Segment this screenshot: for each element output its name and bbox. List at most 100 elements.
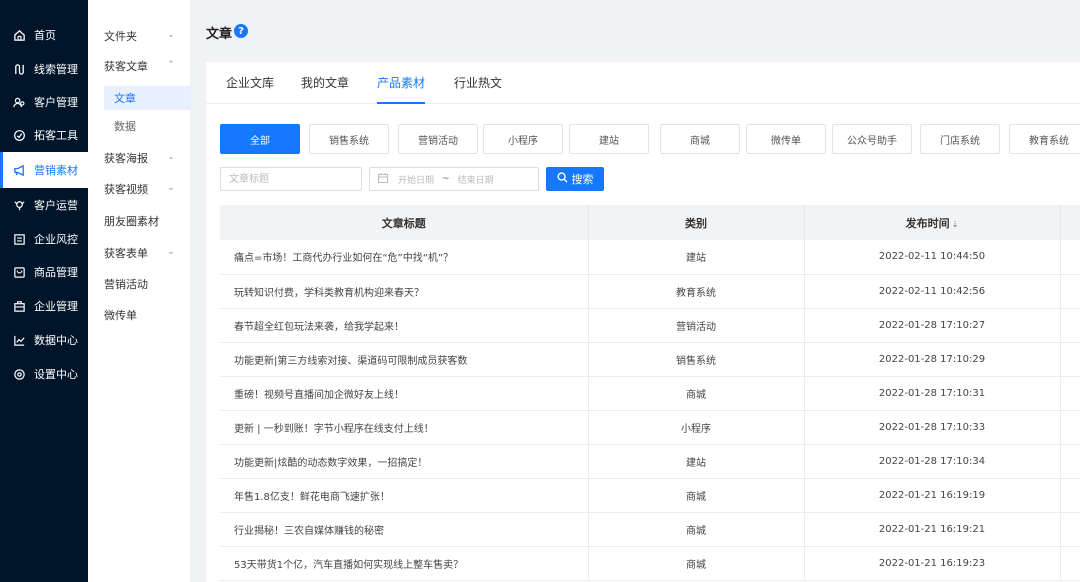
calendar-icon xyxy=(378,172,388,186)
home-icon xyxy=(12,28,26,42)
category-cell: 建站 xyxy=(588,240,805,275)
category-marketing[interactable]: 营销活动 xyxy=(398,124,478,154)
table-row[interactable]: 53天带货1个亿，汽车直播如何实现线上整车售卖？ 商城 2022-01-21 16:… xyxy=(220,546,1080,581)
category-official-account[interactable]: 公众号助手 xyxy=(832,124,912,154)
category-sales-system[interactable]: 销售系统 xyxy=(309,124,389,154)
nav-item-label: 线索管理 xyxy=(34,63,78,76)
column-header-category: 类别 xyxy=(588,205,805,240)
page-header: 文章 ? xyxy=(190,0,1080,62)
submenu: 文件夹 ⌄ 获客文章 ⌃ 文章 数据 获客海报 ⌄ 获客视频 ⌄ 朋友圈素材 获… xyxy=(88,0,191,582)
article-title-cell[interactable]: 年售1.8亿支！鲜花电商飞速扩张！ xyxy=(220,478,589,513)
category-cell: 营销活动 xyxy=(588,308,805,343)
submenu-posters[interactable]: 获客海报 ⌄ xyxy=(88,146,190,170)
table-row[interactable]: 痛点=市场！工商代办行业如何在“危”中找“机”？ 建站 2022-02-11 10:… xyxy=(220,240,1080,275)
table-header-row: 文章标题 类别 发布时间 ⇣ xyxy=(220,205,1080,240)
category-cell: 教育系统 xyxy=(588,274,805,309)
chevron-down-icon: ⌄ xyxy=(167,247,175,257)
category-store-system[interactable]: 门店系统 xyxy=(920,124,1000,154)
page-title: 文章 xyxy=(206,27,233,42)
publish-time-cell: 2022-01-28 17:10:31 xyxy=(804,376,1061,411)
article-title-cell[interactable]: 春节超全红包玩法来袭，给我学起来！ xyxy=(220,308,589,343)
table-row[interactable]: 更新 | 一秒到账！字节小程序在线支付上线！ 小程序 2022-01-28 17:1… xyxy=(220,410,1080,445)
article-title-cell[interactable]: 玩转知识付费，学科类教育机构迎来春天？ xyxy=(220,274,589,309)
publish-time-cell: 2022-01-28 17:10:27 xyxy=(804,308,1061,343)
article-title-cell[interactable]: 功能更新|第三方线索对接、渠道码可限制成员获客数 xyxy=(220,342,589,377)
publish-time-cell: 2022-01-21 16:19:23 xyxy=(804,546,1061,581)
nav-item-operations[interactable]: 客户运营 xyxy=(0,187,88,223)
table-row[interactable]: 年售1.8亿支！鲜花电商飞速扩张！ 商城 2022-01-21 16:19:19 xyxy=(220,478,1080,513)
category-flyer[interactable]: 微传单 xyxy=(746,124,826,154)
category-education[interactable]: 教育系统 xyxy=(1009,124,1080,154)
help-icon[interactable]: ? xyxy=(234,24,248,38)
chevron-up-icon: ⌃ xyxy=(167,60,175,70)
article-title-cell[interactable]: 行业揭秘！三农自媒体赚钱的秘密 xyxy=(220,512,589,547)
extra-cell xyxy=(1060,546,1080,581)
category-mall[interactable]: 商城 xyxy=(660,124,740,154)
table-row[interactable]: 玩转知识付费，学科类教育机构迎来春天？ 教育系统 2022-02-11 10:42:… xyxy=(220,274,1080,309)
tab-my-articles[interactable]: 我的文章 xyxy=(301,74,349,104)
submenu-articles[interactable]: 获客文章 ⌃ xyxy=(88,54,190,78)
start-date-input[interactable]: 开始日期 xyxy=(398,173,434,186)
table-row[interactable]: 功能更新|第三方线索对接、渠道码可限制成员获客数 销售系统 2022-01-28 1… xyxy=(220,342,1080,377)
nav-item-tools[interactable]: 拓客工具 xyxy=(0,117,88,153)
submenu-label: 微传单 xyxy=(104,309,137,322)
chevron-down-icon: ⌄ xyxy=(167,183,175,193)
nav-item-label: 营销素材 xyxy=(34,164,78,177)
submenu-videos[interactable]: 获客视频 ⌄ xyxy=(88,177,190,201)
article-title-input[interactable] xyxy=(220,167,362,191)
sort-icon[interactable]: ⇣ xyxy=(952,220,959,229)
submenu-campaigns[interactable]: 营销活动 xyxy=(88,272,190,296)
table-row[interactable]: 春节超全红包玩法来袭，给我学起来！ 营销活动 2022-01-28 17:10:27 xyxy=(220,308,1080,343)
tab-enterprise-library[interactable]: 企业文库 xyxy=(226,74,274,104)
article-title-cell[interactable]: 功能更新|炫酷的动态数字效果，一招搞定！ xyxy=(220,444,589,479)
submenu-forms[interactable]: 获客表单 ⌄ xyxy=(88,241,190,265)
submenu-label: 文章 xyxy=(114,92,136,105)
nav-item-label: 客户管理 xyxy=(34,96,78,109)
submenu-label: 获客文章 xyxy=(104,60,148,73)
article-title-cell[interactable]: 更新 | 一秒到账！字节小程序在线支付上线！ xyxy=(220,410,589,445)
tools-icon xyxy=(12,128,26,142)
nav-item-enterprise[interactable]: 企业管理 xyxy=(0,288,88,324)
nav-item-label: 设置中心 xyxy=(34,368,78,381)
date-range-picker[interactable]: 开始日期 ~ 结束日期 xyxy=(369,167,539,191)
nav-item-data-center[interactable]: 数据中心 xyxy=(0,322,88,358)
table-row[interactable]: 功能更新|炫酷的动态数字效果，一招搞定！ 建站 2022-01-28 17:10:3… xyxy=(220,444,1080,479)
category-website[interactable]: 建站 xyxy=(569,124,649,154)
article-title-cell[interactable]: 重磅！视频号直播间加企微好友上线！ xyxy=(220,376,589,411)
end-date-input[interactable]: 结束日期 xyxy=(458,173,494,186)
tab-product-materials[interactable]: 产品素材 xyxy=(377,74,426,104)
tab-industry-hot[interactable]: 行业热文 xyxy=(454,74,502,104)
submenu-label: 获客表单 xyxy=(104,247,148,260)
article-title-cell[interactable]: 痛点=市场！工商代办行业如何在“危”中找“机”？ xyxy=(220,240,589,275)
column-header-extra xyxy=(1060,205,1080,240)
nav-item-label: 客户运营 xyxy=(34,199,78,212)
nav-item-home[interactable]: 首页 xyxy=(0,17,88,53)
extra-cell xyxy=(1060,240,1080,275)
table-row[interactable]: 行业揭秘！三农自媒体赚钱的秘密 商城 2022-01-21 16:19:21 xyxy=(220,512,1080,547)
column-header-publish-time[interactable]: 发布时间 ⇣ xyxy=(804,205,1061,240)
extra-cell xyxy=(1060,444,1080,479)
submenu-article-list[interactable]: 文章 xyxy=(104,86,191,110)
search-button[interactable]: 搜索 xyxy=(546,167,604,191)
submenu-article-data[interactable]: 数据 xyxy=(88,114,190,138)
table-row[interactable]: 重磅！视频号直播间加企微好友上线！ 商城 2022-01-28 17:10:31 xyxy=(220,376,1080,411)
customers-icon xyxy=(12,95,26,109)
submenu-flyers[interactable]: 微传单 xyxy=(88,303,190,327)
category-mini-program[interactable]: 小程序 xyxy=(483,124,563,154)
risk-icon xyxy=(12,232,26,246)
main-sidebar: 首页 线索管理 客户管理 拓客工具 营销素材 客户运营 企业风控 商品管理 企业… xyxy=(0,0,88,582)
nav-item-customers[interactable]: 客户管理 xyxy=(0,84,88,120)
article-title-cell[interactable]: 53天带货1个亿，汽车直播如何实现线上整车售卖？ xyxy=(220,546,589,581)
category-cell: 建站 xyxy=(588,444,805,479)
submenu-folder[interactable]: 文件夹 ⌄ xyxy=(88,24,190,48)
clue-icon xyxy=(12,62,26,76)
publish-time-cell: 2022-01-21 16:19:21 xyxy=(804,512,1061,547)
nav-item-clues[interactable]: 线索管理 xyxy=(0,51,88,87)
nav-item-settings[interactable]: 设置中心 xyxy=(0,356,88,392)
nav-item-marketing-materials[interactable]: 营销素材 xyxy=(0,152,88,188)
nav-item-goods[interactable]: 商品管理 xyxy=(0,254,88,290)
submenu-moments[interactable]: 朋友圈素材 xyxy=(88,209,190,233)
nav-item-risk-control[interactable]: 企业风控 xyxy=(0,221,88,257)
category-all[interactable]: 全部 xyxy=(220,124,300,154)
submenu-label: 朋友圈素材 xyxy=(104,215,159,228)
